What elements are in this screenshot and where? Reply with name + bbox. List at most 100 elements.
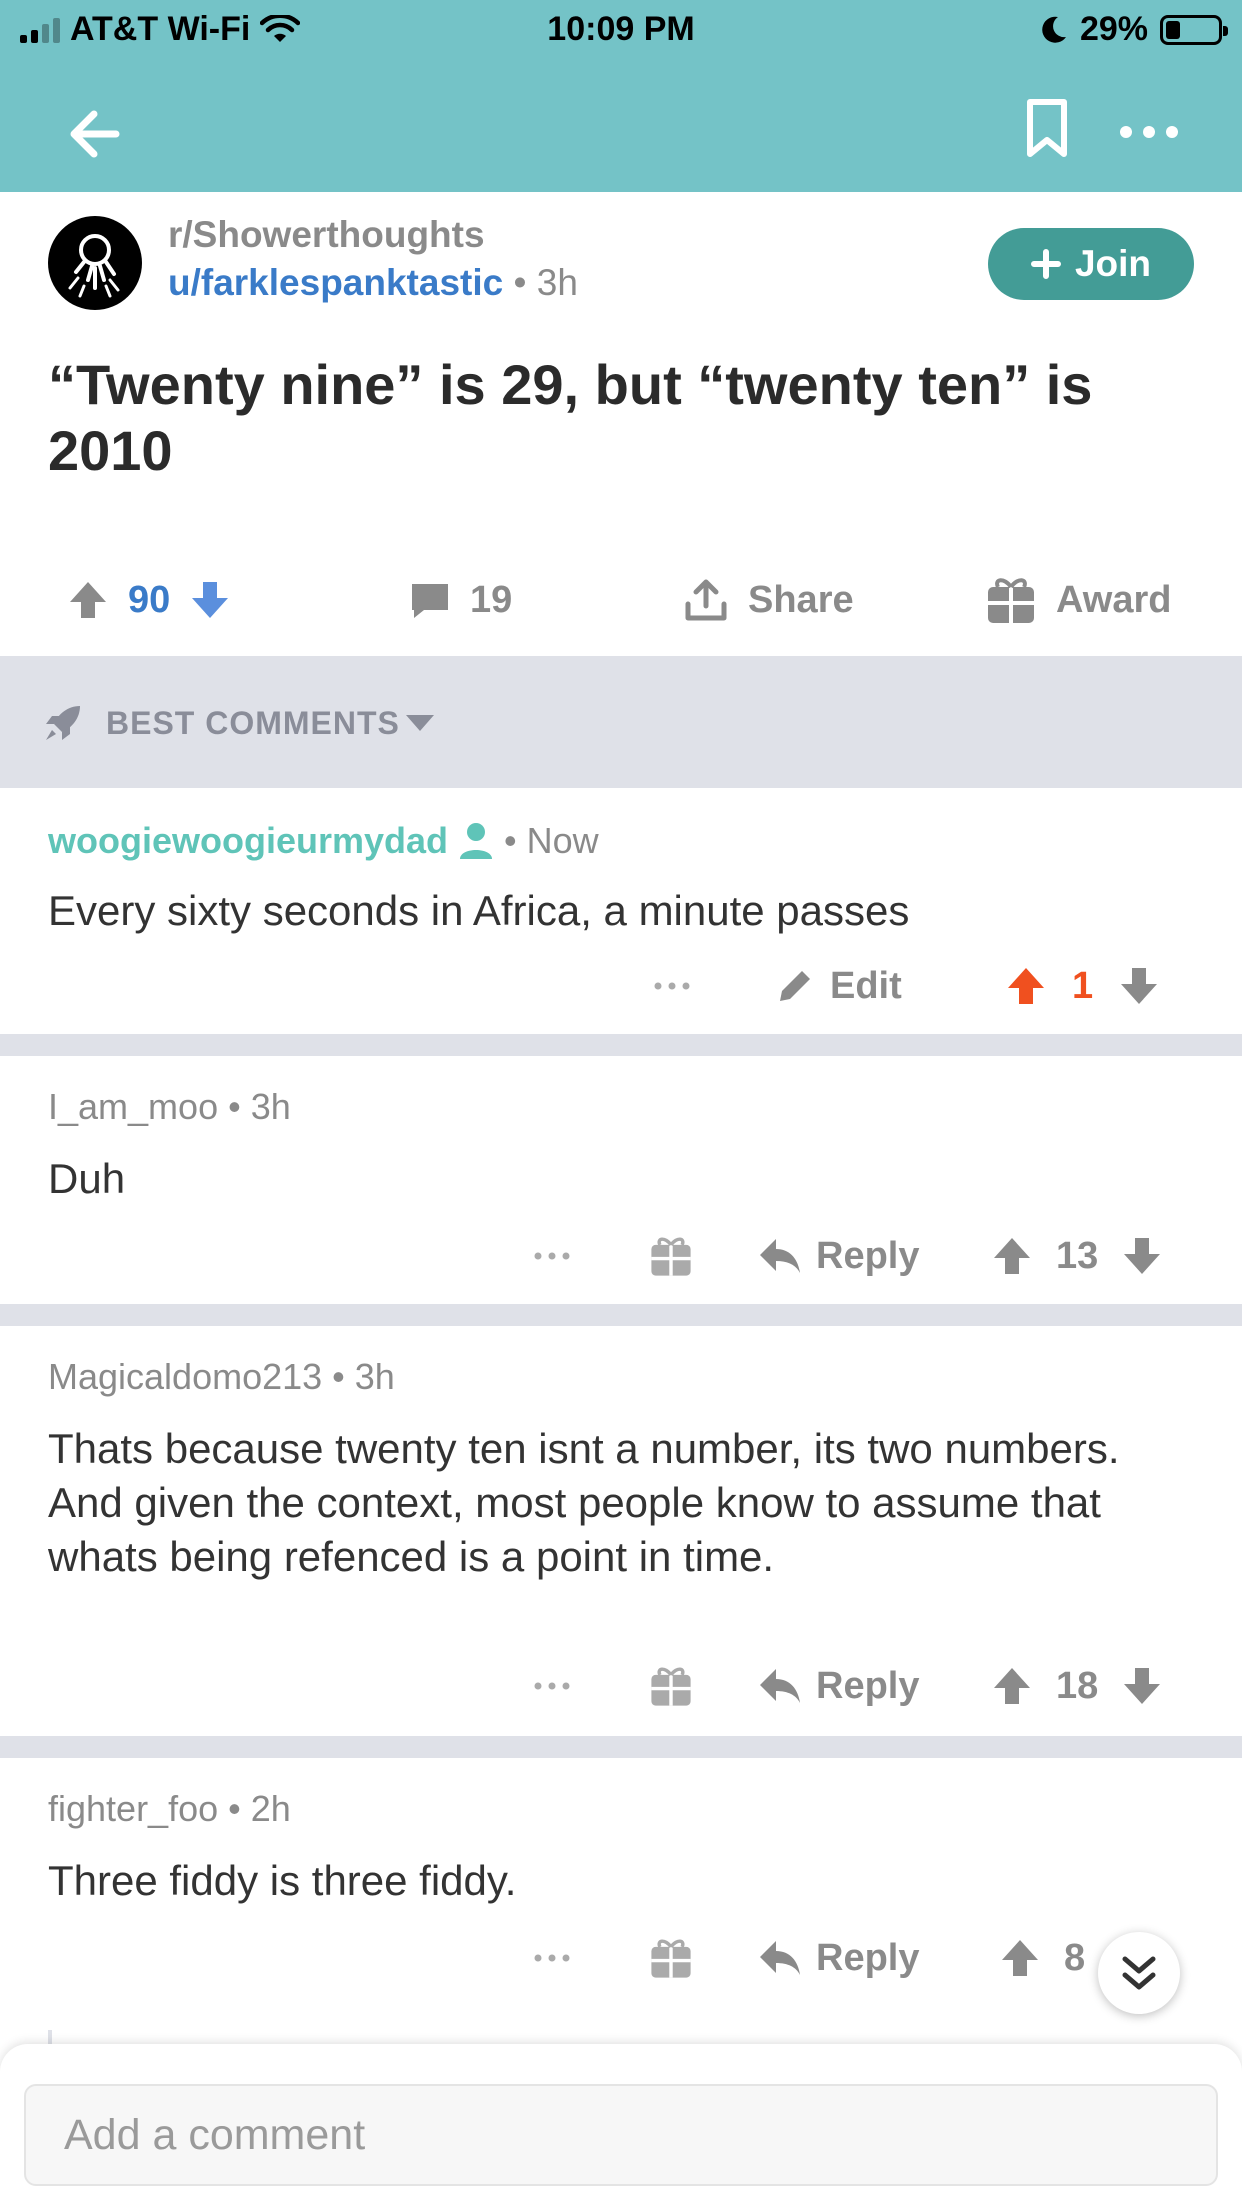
more-options-icon[interactable] [532,1226,572,1286]
comment-vote-group: 13 [990,1226,1164,1286]
plus-icon [1030,249,1061,279]
comment-vote-group: 18 [990,1656,1164,1716]
comment-sort-bar[interactable]: BEST COMMENTS [0,656,1242,788]
share-label: Share [748,578,854,621]
comment-body: Every sixty seconds in Africa, a minute … [48,887,910,934]
comment-item: fighter_foo • 2h Three fiddy is three fi… [0,1758,1242,2058]
post-header: r/Showerthoughts u/farklespanktastic • 3… [0,192,1242,652]
separator-dot: • [513,262,527,303]
comment-vote-group: 8 [998,1928,1093,1988]
downvote-icon[interactable] [188,578,232,622]
post-author[interactable]: u/farklespanktastic [168,262,503,303]
post-author-line: u/farklespanktastic • 3h [168,262,578,304]
comment-composer [0,2044,1242,2208]
comment-author[interactable]: fighter_foo [48,1788,218,1830]
upvote-icon[interactable] [1004,964,1048,1008]
comment-author[interactable]: woogiewoogieurmydad [48,820,448,862]
gift-icon[interactable] [648,1226,694,1286]
comment-score: 18 [1056,1664,1099,1707]
comment-author[interactable]: Magicaldomo213 [48,1356,322,1398]
comment-score: 8 [1064,1936,1086,1979]
battery-percent: 29% [1079,10,1148,48]
comment-body: Thats because twenty ten isnt a number, … [48,1425,1120,1580]
reply-icon [760,1669,800,1703]
upvote-icon[interactable] [998,1936,1042,1980]
downvote-icon[interactable] [1120,1234,1164,1278]
shower-icon [68,234,120,298]
post-actions: 90 19 Share Award [0,564,1242,636]
double-chevron-down-icon [1122,1956,1156,1990]
comment-item: Magicaldomo213 • 3h Thats because twenty… [0,1326,1242,1736]
post-title: “Twenty nine” is 29, but “twenty ten” is… [48,353,1093,482]
comment-icon [412,584,448,618]
reply-button[interactable]: Reply [758,1656,919,1716]
comment-actions: Reply 18 [0,1656,1242,1716]
more-icon[interactable] [1114,102,1184,162]
share-icon [685,579,727,621]
post-vote-group: 90 [66,564,232,636]
nav-bar [0,72,1242,182]
comment-score: 1 [1072,964,1094,1007]
reply-label: Reply [816,1936,920,1979]
back-arrow-icon[interactable] [58,94,138,174]
battery-icon [1160,14,1228,45]
upvote-icon[interactable] [990,1664,1034,1708]
edit-label: Edit [830,964,902,1007]
reply-label: Reply [816,1664,920,1707]
comment-age: 2h [250,1788,291,1829]
comment-author[interactable]: I_am_moo [48,1086,218,1128]
comment-actions: Reply 8 [0,1928,1242,1988]
reply-button[interactable]: Reply [758,1226,919,1286]
comments-count-button[interactable]: 19 [408,564,512,636]
comment-divider [0,1304,1242,1326]
join-label: Join [1074,243,1152,284]
reply-icon [760,1239,800,1273]
comment-divider [0,1034,1242,1056]
more-options-icon[interactable] [532,1928,572,1988]
comment-age: 3h [354,1356,395,1397]
more-options-icon[interactable] [532,1656,572,1716]
edit-button[interactable]: Edit [774,956,902,1016]
caret-down-icon [405,715,434,731]
comment-age: 3h [250,1086,291,1127]
comment-score: 13 [1056,1234,1099,1277]
comment-item: woogiewoogieurmydad • Now Every sixty se… [0,788,1242,1034]
comment-divider [0,1736,1242,1758]
scroll-next-button[interactable] [1098,1932,1180,2014]
join-button[interactable]: Join [988,228,1194,300]
subreddit-avatar[interactable] [48,216,142,310]
post-score: 90 [128,578,171,621]
share-button[interactable]: Share [682,564,854,636]
more-options-icon[interactable] [652,956,692,1016]
comment-count: 19 [470,578,513,621]
moon-icon [1042,16,1066,43]
downvote-icon[interactable] [1120,1664,1164,1708]
rocket-icon [46,706,80,740]
comment-actions: Reply 13 [0,1226,1242,1286]
upvote-icon[interactable] [990,1234,1034,1278]
gift-icon[interactable] [648,1656,694,1716]
comment-body: Duh [48,1155,126,1202]
reply-icon [760,1941,800,1975]
reply-label: Reply [816,1234,920,1277]
comment-actions: Edit 1 [0,956,1242,1016]
gift-icon [988,578,1034,623]
comment-item: I_am_moo • 3h Duh Reply 13 [0,1056,1242,1304]
comment-age: Now [526,820,599,861]
subreddit-name[interactable]: r/Showerthoughts [168,214,485,256]
pencil-icon [780,971,810,1001]
upvote-icon[interactable] [66,578,110,622]
gift-icon[interactable] [648,1928,694,1988]
header-bar: AT&T Wi-Fi 10:09 PM 29% [0,0,1242,192]
comment-vote-group: 1 [1004,956,1161,1016]
bookmark-icon[interactable] [1022,98,1072,158]
reply-button[interactable]: Reply [758,1928,919,1988]
add-comment-input[interactable] [24,2084,1218,2186]
comment-body: Three fiddy is three fiddy. [48,1857,517,1904]
status-bar: AT&T Wi-Fi 10:09 PM 29% [0,0,1242,60]
award-button[interactable]: Award [984,564,1171,636]
downvote-icon[interactable] [1117,964,1161,1008]
sort-label: BEST COMMENTS [106,704,400,741]
post-age: 3h [536,262,578,303]
user-icon [460,823,493,859]
